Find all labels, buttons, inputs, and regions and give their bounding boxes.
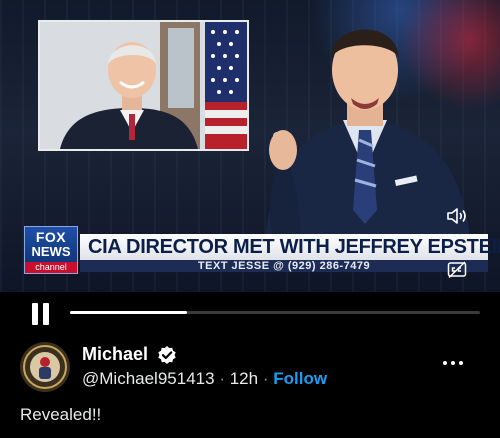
post-meta: @Michael951413 · 12h · Follow: [82, 369, 327, 389]
post-text: Revealed!!: [20, 405, 102, 424]
news-lower-third: FOX NEWS channel CIA DIRECTOR MET WITH J…: [24, 224, 500, 274]
author-name[interactable]: Michael: [82, 344, 148, 365]
logo-news-text: NEWS: [31, 244, 71, 259]
more-options-icon[interactable]: [440, 358, 466, 368]
ticker-bar: TEXT JESSE @ (929) 286-7479: [80, 260, 488, 272]
video-player[interactable]: FOX NEWS channel CIA DIRECTOR MET WITH J…: [0, 0, 500, 292]
inset-photo: [38, 20, 249, 151]
follow-button[interactable]: Follow: [273, 369, 327, 388]
logo-fox-text: FOX: [35, 229, 67, 245]
progress-fill: [70, 311, 187, 314]
meta-separator-2: ·: [262, 369, 269, 388]
pause-icon[interactable]: [32, 303, 52, 325]
progress-bar[interactable]: [70, 311, 480, 314]
fox-news-logo: FOX NEWS channel: [24, 226, 78, 274]
headline-banner: CIA DIRECTOR MET WITH JEFFREY EPSTEIN: [80, 234, 500, 260]
post-time[interactable]: 12h: [230, 369, 258, 388]
meta-separator: ·: [219, 369, 225, 388]
logo-channel-text: channel: [25, 262, 77, 273]
verified-badge-icon: [157, 345, 177, 365]
volume-icon[interactable]: [446, 206, 468, 226]
captions-icon[interactable]: [447, 261, 467, 279]
author-handle[interactable]: @Michael951413: [82, 369, 215, 388]
avatar[interactable]: [20, 342, 70, 392]
